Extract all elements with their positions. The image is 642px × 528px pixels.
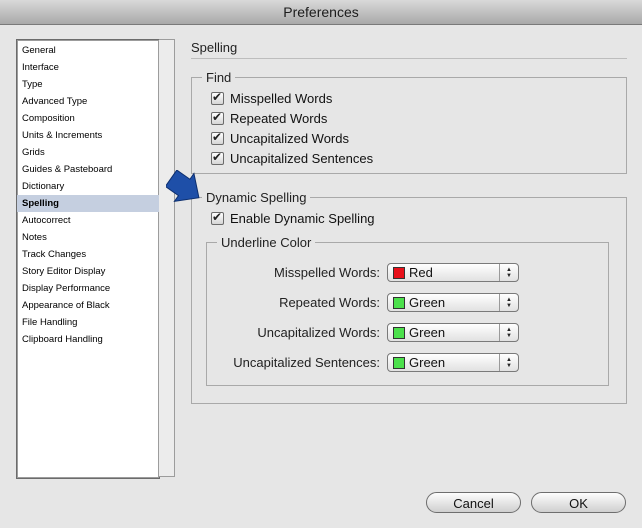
sidebar-item-units-increments[interactable]: Units & Increments xyxy=(17,127,159,144)
color-swatch xyxy=(393,266,405,279)
uncapitalized-sentences-checkbox[interactable]: Uncapitalized Sentences xyxy=(211,149,373,167)
color-swatch xyxy=(393,296,405,309)
misspelled-words-label: Misspelled Words: xyxy=(274,265,380,280)
sidebar-item-composition[interactable]: Composition xyxy=(17,110,159,127)
sidebar-item-general[interactable]: General xyxy=(17,42,159,59)
cancel-button[interactable]: Cancel xyxy=(426,492,521,513)
select-value: Red xyxy=(409,265,433,280)
find-group-label: Find xyxy=(202,70,236,85)
category-list[interactable]: General Interface Type Advanced Type Com… xyxy=(16,39,160,479)
sidebar-item-interface[interactable]: Interface xyxy=(17,59,159,76)
updown-arrows-icon: ▲ ▼ xyxy=(499,354,518,371)
pointer-arrow-icon xyxy=(166,170,200,203)
sidebar-item-track-changes[interactable]: Track Changes xyxy=(17,246,159,263)
panel-title: Spelling xyxy=(191,40,238,55)
sidebar-item-file-handling[interactable]: File Handling xyxy=(17,314,159,331)
select-value: Green xyxy=(409,355,446,370)
checkbox-checked-icon xyxy=(211,110,224,125)
checkbox-checked-icon xyxy=(211,130,224,145)
checkbox-checked-icon xyxy=(211,90,224,105)
select-value: Green xyxy=(409,295,446,310)
sidebar-item-autocorrect[interactable]: Autocorrect xyxy=(17,212,159,229)
color-swatch xyxy=(393,326,405,339)
ok-button[interactable]: OK xyxy=(531,492,626,513)
uncapitalized-sentences-color-select[interactable]: Green ▲ ▼ xyxy=(387,353,519,372)
updown-arrows-icon: ▲ ▼ xyxy=(499,324,518,341)
sidebar-scrollbar[interactable] xyxy=(159,39,175,477)
sidebar-item-type[interactable]: Type xyxy=(17,76,159,93)
misspelled-words-checkbox[interactable]: Misspelled Words xyxy=(211,89,332,107)
checkbox-label: Enable Dynamic Spelling xyxy=(230,210,375,226)
misspelled-color-select[interactable]: Red ▲ ▼ xyxy=(387,263,519,282)
window-titlebar: Preferences xyxy=(0,0,642,25)
sidebar-item-advanced-type[interactable]: Advanced Type xyxy=(17,93,159,110)
sidebar-item-story-editor-display[interactable]: Story Editor Display xyxy=(17,263,159,280)
title-divider xyxy=(191,58,627,59)
select-value: Green xyxy=(409,325,446,340)
checkbox-checked-icon xyxy=(211,210,224,225)
repeated-color-select[interactable]: Green ▲ ▼ xyxy=(387,293,519,312)
checkbox-label: Misspelled Words xyxy=(230,90,333,106)
underline-color-group-label: Underline Color xyxy=(217,235,316,250)
repeated-words-checkbox[interactable]: Repeated Words xyxy=(211,109,327,127)
sidebar-item-spelling[interactable]: Spelling xyxy=(17,195,159,212)
sidebar-item-notes[interactable]: Notes xyxy=(17,229,159,246)
uncapitalized-sentences-label: Uncapitalized Sentences: xyxy=(233,355,380,370)
sidebar-item-grids[interactable]: Grids xyxy=(17,144,159,161)
repeated-words-label: Repeated Words: xyxy=(279,295,380,310)
sidebar-item-guides-pasteboard[interactable]: Guides & Pasteboard xyxy=(17,161,159,178)
uncapitalized-words-checkbox[interactable]: Uncapitalized Words xyxy=(211,129,349,147)
sidebar-item-clipboard-handling[interactable]: Clipboard Handling xyxy=(17,331,159,348)
color-swatch xyxy=(393,356,405,369)
enable-dynamic-spelling-checkbox[interactable]: Enable Dynamic Spelling xyxy=(211,209,375,227)
checkbox-label: Uncapitalized Words xyxy=(230,130,349,146)
checkbox-checked-icon xyxy=(211,150,224,165)
updown-arrows-icon: ▲ ▼ xyxy=(499,264,518,281)
checkbox-label: Repeated Words xyxy=(230,110,328,126)
window-title: Preferences xyxy=(283,4,359,20)
sidebar-item-appearance-of-black[interactable]: Appearance of Black xyxy=(17,297,159,314)
uncapitalized-words-color-select[interactable]: Green ▲ ▼ xyxy=(387,323,519,342)
sidebar-item-display-performance[interactable]: Display Performance xyxy=(17,280,159,297)
sidebar-item-dictionary[interactable]: Dictionary xyxy=(17,178,159,195)
uncapitalized-words-label: Uncapitalized Words: xyxy=(257,325,380,340)
dynamic-spelling-group-label: Dynamic Spelling xyxy=(202,190,311,205)
checkbox-label: Uncapitalized Sentences xyxy=(230,150,374,166)
updown-arrows-icon: ▲ ▼ xyxy=(499,294,518,311)
